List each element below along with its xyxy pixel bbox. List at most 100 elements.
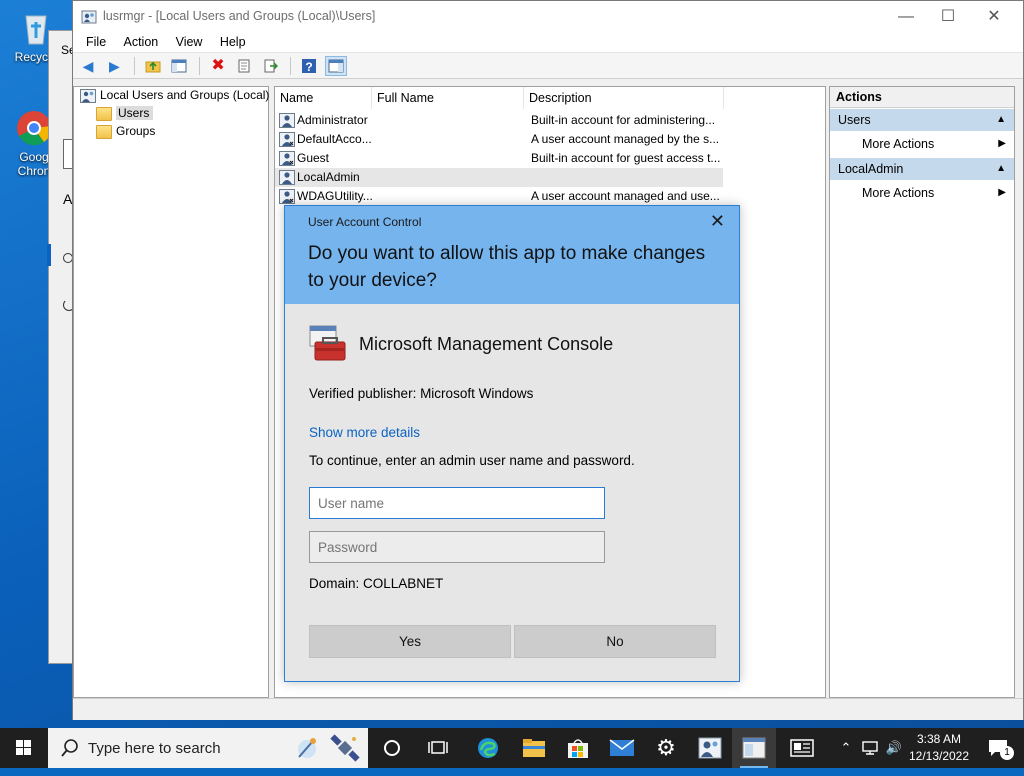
tree-item-groups[interactable]: Groups (96, 123, 155, 140)
uac-publisher: Verified publisher: Microsoft Windows (309, 386, 534, 401)
forward-arrow-icon[interactable]: ▶ (103, 56, 125, 76)
uac-caption: User Account Control (308, 215, 422, 229)
store-icon (568, 739, 588, 758)
user-name: DefaultAcco... (297, 132, 372, 146)
toolbox-app-icon (309, 324, 347, 367)
timeline-button[interactable] (416, 728, 460, 768)
user-row-wdagutility[interactable]: WDAGUtility... A user account managed an… (275, 187, 723, 206)
search-icon (61, 739, 78, 757)
user-icon (279, 189, 295, 204)
user-icon (279, 170, 295, 185)
close-icon[interactable]: ✕ (710, 211, 725, 232)
back-arrow-icon[interactable]: ◀ (77, 56, 99, 76)
news-widget-button[interactable] (782, 728, 822, 768)
task-view-button[interactable] (370, 728, 414, 768)
volume-icon[interactable]: 🔊 (884, 728, 904, 768)
user-description: Built-in account for administering... (531, 113, 716, 127)
username-input[interactable] (309, 487, 605, 519)
taskbar-settings[interactable]: ⚙ (644, 728, 688, 768)
status-bar (73, 698, 1023, 720)
mmc-console-icon (742, 737, 766, 759)
taskbar-search-box[interactable]: Type here to search (48, 728, 368, 768)
action-more-actions-users[interactable]: More Actions ▶ (830, 131, 1014, 157)
window-title: lusrmgr - [Local Users and Groups (Local… (103, 9, 376, 23)
actions-section-users[interactable]: Users ▲ (830, 109, 1014, 131)
taskbar-lusrmgr[interactable] (688, 728, 732, 768)
satellite-icon (330, 734, 360, 762)
collapse-up-icon[interactable]: ▲ (996, 158, 1006, 180)
taskbar-edge[interactable] (466, 728, 510, 768)
menu-file[interactable]: File (79, 33, 113, 51)
windows-logo-icon (16, 740, 31, 755)
user-description: Built-in account for guest access t... (531, 151, 721, 165)
uac-dialog: User Account Control ✕ Do you want to al… (284, 205, 740, 682)
column-header-name[interactable]: Name (275, 87, 372, 109)
taskbar-mail[interactable] (600, 728, 644, 768)
column-header-description[interactable]: Description (524, 87, 724, 109)
show-more-details-link[interactable]: Show more details (309, 425, 420, 440)
help-icon[interactable]: ? (298, 56, 320, 76)
background-window-text: A (63, 191, 73, 207)
up-folder-icon[interactable] (142, 56, 164, 76)
user-icon (279, 151, 295, 166)
tree-label: Local Users and Groups (Local) (100, 88, 270, 102)
show-hidden-icons-chevron-up-icon[interactable]: ⌃ (838, 728, 854, 768)
submenu-arrow-icon: ▶ (998, 138, 1006, 149)
user-row-guest[interactable]: Guest Built-in account for guest access … (275, 149, 723, 168)
notification-center-button[interactable]: 1 (978, 728, 1018, 768)
export-list-icon[interactable] (260, 56, 282, 76)
tree-item-root[interactable]: Local Users and Groups (Local) (80, 87, 269, 104)
close-button[interactable]: ✕ (971, 1, 1017, 33)
start-button[interactable] (0, 728, 48, 768)
collapse-up-icon[interactable]: ▲ (996, 109, 1006, 131)
taskbar-mmc[interactable] (732, 728, 776, 768)
user-icon (279, 132, 295, 147)
clock-date: 12/13/2022 (908, 749, 970, 763)
uac-domain: Domain: COLLABNET (309, 576, 444, 591)
actions-section-localadmin[interactable]: LocalAdmin ▲ (830, 158, 1014, 180)
user-description: A user account managed by the s... (531, 132, 720, 146)
menu-help[interactable]: Help (213, 33, 253, 51)
task-view-icon (428, 741, 448, 754)
search-highlight-icon (298, 738, 316, 758)
maximize-button[interactable]: ☐ (925, 1, 971, 33)
taskbar-store[interactable] (556, 728, 600, 768)
delete-icon[interactable]: ✖ (207, 56, 229, 76)
user-row-localadmin[interactable]: LocalAdmin (275, 168, 723, 187)
toolbar-separator (133, 57, 135, 75)
tree-label: Users (116, 106, 154, 120)
uac-instruction: To continue, enter an admin user name an… (309, 453, 635, 468)
yes-button[interactable]: Yes (309, 625, 511, 658)
user-row-administrator[interactable]: Administrator Built-in account for admin… (275, 111, 723, 130)
toolbar-separator (198, 57, 200, 75)
taskbar-file-explorer[interactable] (512, 728, 556, 768)
minimize-button[interactable]: — (883, 1, 929, 33)
background-window-accent (47, 244, 51, 266)
show-action-pane-icon[interactable] (324, 56, 347, 76)
user-row-defaultaccount[interactable]: DefaultAcco... A user account managed by… (275, 130, 723, 149)
network-icon[interactable] (860, 728, 880, 768)
svg-text:?: ? (306, 60, 313, 74)
password-input[interactable] (309, 531, 605, 563)
no-button[interactable]: No (514, 625, 716, 658)
menu-view[interactable]: View (169, 33, 210, 51)
title-bar[interactable]: lusrmgr - [Local Users and Groups (Local… (73, 1, 1023, 33)
properties-icon[interactable] (233, 56, 255, 76)
user-description: A user account managed and use... (531, 189, 720, 203)
taskbar-clock[interactable]: 3:38 AM 12/13/2022 (908, 731, 970, 765)
uac-question: Do you want to allow this app to make ch… (308, 243, 706, 291)
menu-action[interactable]: Action (117, 33, 166, 51)
action-label: More Actions (862, 137, 935, 151)
folder-icon (96, 124, 112, 139)
toolbar: ◀ ▶ ✖ ? (73, 53, 1023, 79)
actions-title: Actions (830, 87, 1014, 108)
column-header-full-name[interactable]: Full Name (372, 87, 524, 109)
action-more-actions-localadmin[interactable]: More Actions ▶ (830, 180, 1014, 206)
action-label: More Actions (862, 186, 935, 200)
toolbar-separator (290, 57, 292, 75)
show-hide-tree-icon[interactable] (168, 56, 190, 76)
actions-pane: Actions Users ▲ More Actions ▶ LocalAdmi… (829, 86, 1015, 698)
tree-item-users[interactable]: Users (96, 105, 154, 122)
taskbar: Type here to search ⚙ ⌃ 🔊 3:38 AM 12/13/… (0, 728, 1024, 768)
uac-app-name: Microsoft Management Console (359, 334, 614, 354)
